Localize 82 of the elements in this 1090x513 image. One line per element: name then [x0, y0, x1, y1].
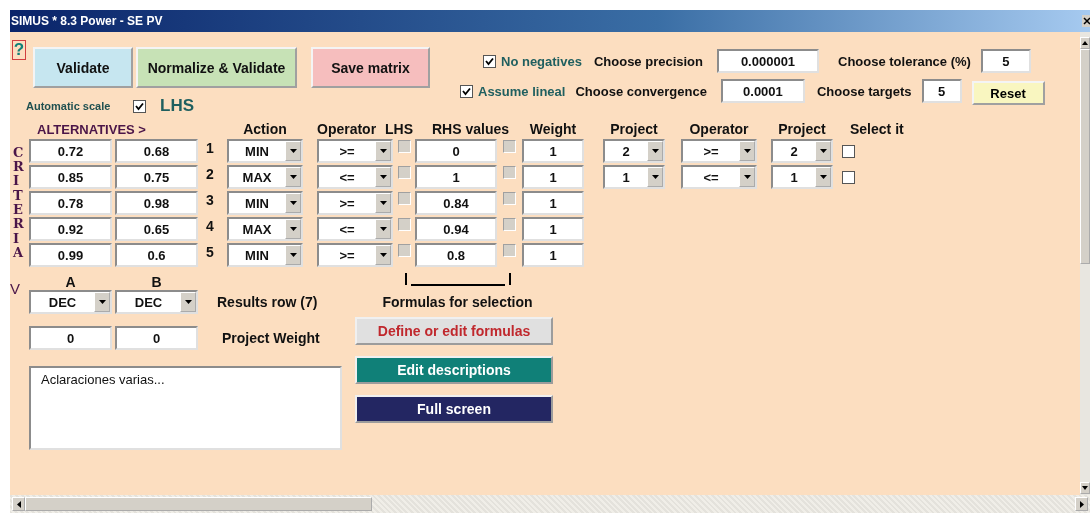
v-label: V: [10, 280, 21, 297]
project-header: Project: [778, 121, 826, 137]
convergence-field[interactable]: 0.0001: [720, 79, 805, 103]
criterion-number: 5: [205, 244, 215, 260]
full-screen-button[interactable]: Full screen: [355, 395, 553, 423]
automatic-scale-label: Automatic scale: [26, 100, 112, 112]
edit-descriptions-button[interactable]: Edit descriptions: [355, 356, 553, 384]
weight-field[interactable]: 1: [522, 217, 584, 241]
value-field[interactable]: 0.68: [115, 139, 198, 163]
value-field[interactable]: 0.65: [115, 217, 198, 241]
result-dropdown[interactable]: DEC: [115, 290, 198, 314]
reset-button[interactable]: Reset: [971, 81, 1045, 105]
rhs-field[interactable]: 0: [415, 139, 497, 163]
project-weight-field[interactable]: 0: [115, 326, 198, 350]
action-dropdown[interactable]: MAX: [227, 165, 303, 189]
no-negatives-label: No negatives: [501, 53, 582, 69]
rhs-values-header: RHS values: [431, 121, 511, 137]
action-dropdown[interactable]: MIN: [227, 139, 303, 163]
rhs-field[interactable]: 0.94: [415, 217, 497, 241]
alternatives-header: ALTERNATIVES >: [36, 121, 147, 137]
value-field[interactable]: 0.75: [115, 165, 198, 189]
operator-dropdown[interactable]: >=: [317, 191, 393, 215]
lhs-header: LHS: [385, 121, 413, 137]
weight-field[interactable]: 1: [522, 243, 584, 267]
value-field[interactable]: 0.72: [29, 139, 112, 163]
targets-field[interactable]: 5: [921, 79, 962, 103]
project-header: Project: [610, 121, 658, 137]
criterion-number: 1: [205, 140, 215, 156]
value-field[interactable]: 0.98: [115, 191, 198, 215]
select-it-header: Select it: [849, 121, 905, 137]
weight-header: Weight: [529, 121, 577, 137]
operator-dropdown[interactable]: <=: [317, 165, 393, 189]
project-weight-label: Project Weight: [222, 330, 320, 346]
precision-field[interactable]: 0.000001: [717, 49, 819, 73]
validate-button[interactable]: Validate: [33, 47, 133, 88]
operator-dropdown[interactable]: >=: [317, 243, 393, 267]
targets-label: Choose targets: [816, 83, 912, 99]
lhs-label: LHS: [160, 96, 194, 116]
criterion-number: 2: [205, 166, 215, 182]
assume-lineal-label: Assume lineal: [478, 83, 566, 99]
column-header: B: [151, 274, 162, 290]
operator-dropdown[interactable]: <=: [317, 217, 393, 241]
convergence-label: Choose convergence: [575, 83, 707, 99]
project-weight-field[interactable]: 0: [29, 326, 112, 350]
operator-dropdown[interactable]: >=: [681, 139, 757, 163]
notes-field[interactable]: Aclaraciones varias...: [29, 366, 342, 450]
rhs-field[interactable]: 1: [415, 165, 497, 189]
action-dropdown[interactable]: MIN: [227, 191, 303, 215]
rhs-field[interactable]: 0.84: [415, 191, 497, 215]
project-dropdown[interactable]: 2: [603, 139, 665, 163]
operator-header: Operator: [689, 121, 749, 137]
operator-dropdown[interactable]: >=: [317, 139, 393, 163]
help-button[interactable]: ?: [12, 40, 26, 60]
formulas-label: Formulas for selection: [382, 294, 533, 310]
tolerance-field[interactable]: 5: [980, 49, 1031, 73]
project-dropdown[interactable]: 1: [603, 165, 665, 189]
value-field[interactable]: 0.99: [29, 243, 112, 267]
project-dropdown[interactable]: 1: [771, 165, 833, 189]
criterion-number: 3: [205, 192, 215, 208]
value-field[interactable]: 0.85: [29, 165, 112, 189]
action-dropdown[interactable]: MAX: [227, 217, 303, 241]
result-dropdown[interactable]: DEC: [29, 290, 112, 314]
action-dropdown[interactable]: MIN: [227, 243, 303, 267]
window-title: SIMUS * 8.3 Power - SE PV: [11, 14, 164, 28]
criteria-label: CRITERIA: [13, 145, 25, 261]
value-field[interactable]: 0.6: [115, 243, 198, 267]
value-field[interactable]: 0.92: [29, 217, 112, 241]
project-dropdown[interactable]: 2: [771, 139, 833, 163]
save-matrix-button[interactable]: Save matrix: [311, 47, 430, 88]
define-formulas-button[interactable]: Define or edit formulas: [355, 317, 553, 345]
column-header: A: [65, 274, 76, 290]
value-field[interactable]: 0.78: [29, 191, 112, 215]
precision-label: Choose precision: [593, 53, 703, 69]
weight-field[interactable]: 1: [522, 191, 584, 215]
normalize-validate-button[interactable]: Normalize & Validate: [136, 47, 297, 88]
action-header: Action: [243, 121, 287, 137]
criterion-number: 4: [205, 218, 215, 234]
rhs-field[interactable]: 0.8: [415, 243, 497, 267]
operator-dropdown[interactable]: <=: [681, 165, 757, 189]
weight-field[interactable]: 1: [522, 165, 584, 189]
weight-field[interactable]: 1: [522, 139, 584, 163]
tolerance-label: Choose tolerance (%): [838, 53, 971, 69]
